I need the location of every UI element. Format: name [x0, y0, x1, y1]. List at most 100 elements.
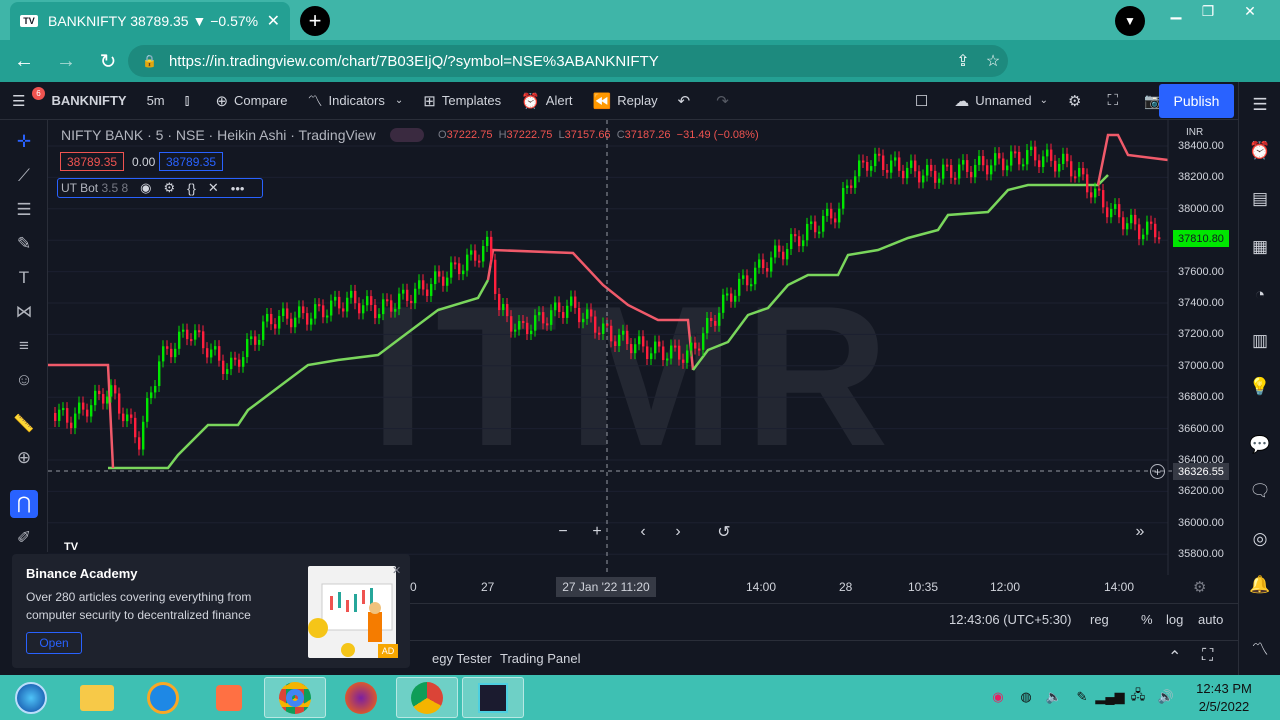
scroll-right-icon[interactable]: ›	[666, 520, 690, 544]
scroll-left-icon[interactable]: ‹	[631, 520, 655, 544]
zoom-icon[interactable]: ⊕	[10, 444, 38, 472]
main-menu-button[interactable]: ☰ 6	[0, 82, 45, 120]
chart-legend-title[interactable]: NIFTY BANK · 5 · NSE · Heikin Ashi · Tra…	[61, 127, 376, 143]
ad-close-icon[interactable]: ✕	[392, 564, 401, 577]
log-toggle[interactable]: log	[1166, 612, 1183, 627]
indicators-button[interactable]: 〽 Indicators ⌄	[297, 82, 413, 120]
streams-icon[interactable]: ◎	[1247, 526, 1273, 552]
publish-button[interactable]: Publish	[1159, 84, 1234, 118]
taskbar-chrome-2[interactable]	[396, 677, 458, 718]
compare-button[interactable]: ⊕ Compare	[205, 82, 297, 120]
chart-trend-icon[interactable]: 〽	[1247, 634, 1273, 660]
messages-icon[interactable]: 🗨	[1247, 478, 1273, 504]
zoom-in-icon[interactable]: +	[585, 520, 609, 544]
current-time[interactable]: 12:43:06 (UTC+5:30)	[949, 612, 1071, 627]
ruler-icon[interactable]: 📏	[10, 410, 38, 438]
calendar-icon[interactable]: ▥	[1247, 328, 1273, 354]
taskbar-chrome-1[interactable]	[264, 677, 326, 718]
code-braces-icon[interactable]: {}	[187, 181, 196, 196]
taskbar-firefox[interactable]	[330, 677, 392, 718]
symbol-search-button[interactable]: BANKNIFTY	[41, 82, 136, 120]
tray-chrome-icon[interactable]: ◍	[1016, 687, 1036, 707]
url-omnibox[interactable]: 🔒 https://in.tradingview.com/chart/7B03E…	[128, 45, 1008, 77]
magnet-icon[interactable]: ⋂	[10, 490, 38, 518]
gear-icon[interactable]: ⚙	[164, 180, 176, 196]
tray-speaker-icon[interactable]: 🔈	[1044, 687, 1064, 707]
fullscreen-button[interactable]: ⛶	[1098, 82, 1135, 120]
templates-button[interactable]: ⊞ Templates	[413, 82, 511, 120]
replay-button[interactable]: ⏪ Replay	[583, 82, 668, 120]
currency-label[interactable]: INR	[1186, 127, 1203, 138]
watchlist-icon[interactable]: ☰	[1247, 92, 1273, 118]
chevron-down-icon[interactable]: ▼	[1115, 6, 1145, 36]
new-tab-button[interactable]: +	[300, 6, 330, 36]
news-icon[interactable]: ▦	[1247, 234, 1273, 260]
hotlist-icon[interactable]: ◔	[1247, 282, 1273, 308]
url-text[interactable]: https://in.tradingview.com/chart/7B03EIj…	[169, 53, 948, 70]
scroll-to-realtime-icon[interactable]: »	[1128, 520, 1152, 544]
window-close-icon[interactable]: ✕	[1234, 0, 1266, 22]
notifications-icon[interactable]: 🔔	[1247, 572, 1273, 598]
start-button[interactable]	[0, 677, 62, 718]
crosshair-icon[interactable]: ✛	[10, 128, 38, 156]
chart-type-button[interactable]: ⫾	[175, 82, 206, 120]
back-icon[interactable]: ←	[6, 43, 42, 79]
layout-name-button[interactable]: ☁ Unnamed ⌄	[944, 82, 1058, 120]
close-icon[interactable]: ✕	[208, 180, 219, 196]
eye-icon[interactable]: ◉	[140, 180, 151, 196]
taskbar-filmora[interactable]	[462, 677, 524, 718]
tab-trading-panel[interactable]: Trading Panel	[500, 651, 580, 666]
session-toggle[interactable]: reg	[1090, 612, 1109, 627]
alert-button[interactable]: ⏰ Alert	[511, 82, 582, 120]
zoom-out-icon[interactable]: −	[551, 520, 575, 544]
sell-price-button[interactable]: 38789.35	[60, 152, 125, 171]
tab-close-icon[interactable]: ✕	[267, 11, 280, 31]
indicator-legend[interactable]: UT Bot 3.5 8 ◉ ⚙ {} ✕ •••	[57, 178, 263, 198]
more-icon[interactable]: •••	[231, 181, 245, 196]
ideas-icon[interactable]: 💡	[1247, 374, 1273, 400]
trend-line-icon[interactable]: ⟋	[10, 162, 38, 190]
taskbar-clock[interactable]: 12:43 PM 2/5/2022	[1188, 680, 1260, 716]
percent-toggle[interactable]: %	[1141, 612, 1153, 627]
minimize-icon[interactable]: ▁	[1160, 0, 1192, 22]
tray-pen-icon[interactable]: ✎	[1072, 687, 1092, 707]
taskbar-explorer[interactable]	[66, 677, 128, 718]
add-alert-icon[interactable]: +	[1150, 464, 1165, 479]
share-icon[interactable]: ⇪	[948, 51, 978, 71]
details-icon[interactable]: ▤	[1247, 186, 1273, 212]
reload-icon[interactable]: ↻	[90, 43, 126, 79]
undo-button[interactable]: ↶	[668, 82, 707, 120]
taskbar-media[interactable]	[198, 677, 260, 718]
tray-record-icon[interactable]: ◉	[988, 687, 1008, 707]
brush-icon[interactable]: ✎	[10, 230, 38, 258]
alarm-icon[interactable]: ⏰	[1247, 138, 1273, 164]
fib-icon[interactable]: ☰	[10, 196, 38, 224]
star-icon[interactable]: ☆	[978, 51, 1008, 71]
prediction-icon[interactable]: ≡	[10, 332, 38, 360]
tray-signal-icon[interactable]: ▂▄▆	[1095, 687, 1124, 707]
text-icon[interactable]: T	[10, 264, 38, 292]
axis-settings-icon[interactable]: ⚙	[1193, 578, 1206, 596]
browser-tab-active[interactable]: TV BANKNIFTY 38789.35 ▼ −0.57% ✕	[10, 2, 290, 40]
restore-icon[interactable]: ❐	[1192, 0, 1224, 22]
chevron-up-icon[interactable]: ⌃	[1168, 647, 1181, 667]
tray-network-icon[interactable]: 🖧	[1128, 687, 1148, 707]
redo-button[interactable]: ↷	[706, 82, 745, 120]
pattern-icon[interactable]: ⋈	[10, 298, 38, 326]
chat-icon[interactable]: 💬	[1247, 432, 1273, 458]
buy-price-button[interactable]: 38789.35	[159, 152, 224, 171]
maximize-panel-icon[interactable]: ⛶	[1202, 647, 1213, 665]
reset-chart-icon[interactable]: ↺	[712, 520, 736, 544]
emoji-icon[interactable]: ☺	[10, 366, 38, 394]
layout-select-button[interactable]: ☐	[905, 82, 944, 120]
tab-strategy-tester[interactable]: egy Tester	[432, 651, 492, 666]
ad-open-button[interactable]: Open	[26, 632, 82, 654]
taskbar-ie[interactable]	[132, 677, 194, 718]
settings-button[interactable]: ⚙	[1058, 82, 1097, 120]
lock-drawings-icon[interactable]: ✐	[10, 524, 38, 552]
tray-volume-icon[interactable]: 🔊	[1156, 687, 1176, 707]
auto-toggle[interactable]: auto	[1198, 612, 1223, 627]
legend-toggle[interactable]	[390, 128, 424, 142]
forward-icon[interactable]: →	[48, 43, 84, 79]
interval-button[interactable]: 5m	[137, 82, 175, 120]
